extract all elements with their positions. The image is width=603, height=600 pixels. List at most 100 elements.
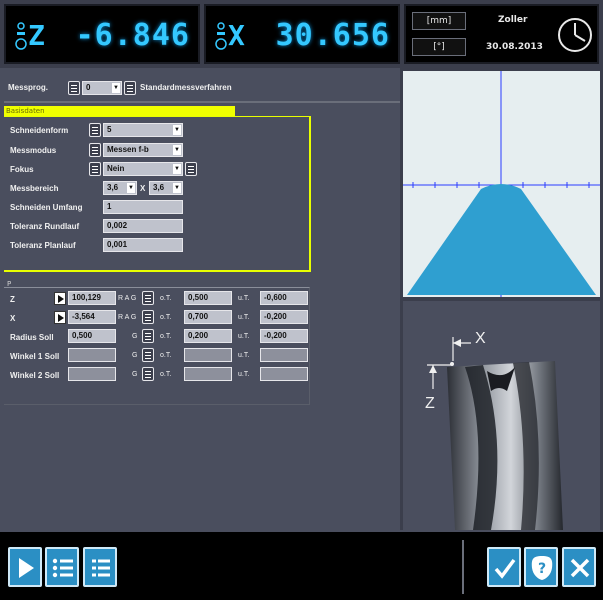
close-icon	[570, 558, 590, 578]
param-z-ut-input[interactable]: -0,600	[260, 291, 308, 305]
param-winkel2-label: Winkel 2 Soll	[10, 371, 60, 380]
dro-z-value: -6.846	[75, 18, 190, 53]
messmodus-list-button[interactable]	[89, 143, 101, 157]
param-x-flags: R A G	[118, 314, 137, 321]
messprog-list-button[interactable]	[68, 81, 80, 95]
list-button[interactable]	[45, 547, 79, 587]
schneidenform-list-button[interactable]	[89, 123, 101, 137]
messmodus-label: Messmodus	[10, 146, 57, 155]
toleranz-planlauf-input[interactable]: 0,001	[103, 238, 183, 252]
param-radius-list-button[interactable]	[142, 329, 154, 343]
check-icon	[494, 558, 516, 579]
param-x-ut-input[interactable]: -0,200	[260, 310, 308, 324]
param-winkel1-ot-label: o.T.	[160, 352, 172, 359]
param-x-play-button[interactable]	[54, 311, 66, 324]
unit-angle-button[interactable]: [°]	[412, 38, 466, 56]
param-winkel1-input[interactable]	[68, 348, 116, 362]
cancel-button[interactable]	[562, 547, 596, 587]
chevron-down-icon: ▼	[173, 145, 181, 155]
chevron-down-icon: ▼	[173, 164, 181, 174]
param-winkel1-ot-input[interactable]	[184, 348, 232, 362]
param-radius-ot-input[interactable]: 0,200	[184, 329, 232, 343]
profile-view	[403, 71, 600, 297]
chevron-down-icon: ▼	[173, 183, 181, 193]
fokus-select[interactable]: Nein ▼	[103, 162, 183, 176]
toleranz-planlauf-label: Toleranz Planlauf	[10, 241, 76, 250]
help-button[interactable]: ?	[524, 547, 558, 587]
diagram-z-label: Z	[425, 395, 435, 412]
param-radius-input[interactable]: 0,500	[68, 329, 116, 343]
fokus-detail-button[interactable]	[185, 162, 197, 176]
param-winkel1-ut-input[interactable]	[260, 348, 308, 362]
basisdaten-title: Basisdaten	[6, 107, 45, 115]
dro-x-value: 30.656	[275, 18, 390, 53]
toolbar-divider	[462, 540, 464, 594]
clock-icon	[558, 18, 592, 52]
dro-x-display: X 30.656	[204, 4, 400, 64]
param-radius-flags: G	[132, 333, 138, 340]
unit-length-button[interactable]: [mm]	[412, 12, 466, 30]
param-winkel2-list-button[interactable]	[142, 367, 154, 381]
param-x-input[interactable]: -3,564	[68, 310, 116, 324]
reference-point-icon	[450, 362, 454, 366]
param-z-ot-input[interactable]: 0,500	[184, 291, 232, 305]
param-winkel2-ut-input[interactable]	[260, 367, 308, 381]
messprog-select[interactable]: 0 ▼	[82, 81, 122, 95]
messbereich-separator: X	[140, 184, 146, 193]
schneiden-umfang-label: Schneiden Umfang	[10, 203, 83, 212]
z-arrow-icon	[429, 365, 437, 373]
dro-z-display: Z -6.846	[4, 4, 200, 64]
tool-profile-shape	[407, 184, 596, 295]
list-detail-icon	[92, 559, 110, 577]
param-x-ot-input[interactable]: 0,700	[184, 310, 232, 324]
tool-probe-icon	[215, 22, 227, 50]
param-z-flags: R A G	[118, 295, 137, 302]
help-icon: ?	[531, 556, 553, 580]
param-winkel2-input[interactable]	[68, 367, 116, 381]
param-radius-ot-label: o.T.	[160, 333, 172, 340]
tool-probe-icon	[15, 22, 27, 50]
chevron-down-icon: ▼	[112, 83, 120, 93]
x-arrow-icon	[453, 339, 461, 347]
schneidenform-label: Schneidenform	[10, 126, 69, 135]
param-z-list-button[interactable]	[142, 291, 154, 305]
messmodus-select[interactable]: Messen f-b ▼	[103, 143, 183, 157]
param-winkel1-flags: G	[132, 352, 138, 359]
profile-graphic	[403, 71, 600, 297]
param-winkel1-list-button[interactable]	[142, 348, 154, 362]
schneiden-umfang-input[interactable]: 1	[103, 200, 183, 214]
param-z-play-button[interactable]	[54, 292, 66, 305]
schneidenform-select[interactable]: 5 ▼	[103, 123, 183, 137]
param-z-ot-label: o.T.	[160, 295, 172, 302]
param-winkel1-label: Winkel 1 Soll	[10, 352, 60, 361]
param-x-label: X	[10, 314, 16, 323]
param-radius-ut-input[interactable]: -0,200	[260, 329, 308, 343]
param-x-ut-label: u.T.	[238, 314, 250, 321]
vendor-name: Zoller	[498, 15, 528, 25]
messbereich-select-2[interactable]: 3,6 ▼	[149, 181, 183, 195]
current-date: 30.08.2013	[486, 42, 543, 52]
run-button[interactable]	[8, 547, 42, 587]
confirm-button[interactable]	[487, 547, 521, 587]
param-winkel2-ot-input[interactable]	[184, 367, 232, 381]
basisdaten-header: Basisdaten	[4, 106, 235, 116]
messbereich-select-1[interactable]: 3,6 ▼	[103, 181, 137, 195]
param-x-list-button[interactable]	[142, 310, 154, 324]
toleranz-rundlauf-label: Toleranz Rundlauf	[10, 222, 80, 231]
param-z-label: Z	[10, 295, 15, 304]
messprog-name: Standardmessverfahren	[140, 83, 232, 92]
param-x-ot-label: o.T.	[160, 314, 172, 321]
chevron-down-icon: ▼	[127, 183, 135, 193]
fokus-list-button[interactable]	[89, 162, 101, 176]
svg-text:?: ?	[538, 561, 546, 577]
param-winkel2-ut-label: u.T.	[238, 371, 250, 378]
messprog-detail-button[interactable]	[124, 81, 136, 95]
param-z-ut-label: u.T.	[238, 295, 250, 302]
toleranz-rundlauf-input[interactable]: 0,002	[103, 219, 183, 233]
param-winkel2-ot-label: o.T.	[160, 371, 172, 378]
divider	[4, 101, 400, 103]
fokus-label: Fokus	[10, 165, 34, 174]
dro-x-axis-label: X	[228, 19, 245, 52]
list-detail-button[interactable]	[83, 547, 117, 587]
param-z-input[interactable]: 100,129	[68, 291, 116, 305]
